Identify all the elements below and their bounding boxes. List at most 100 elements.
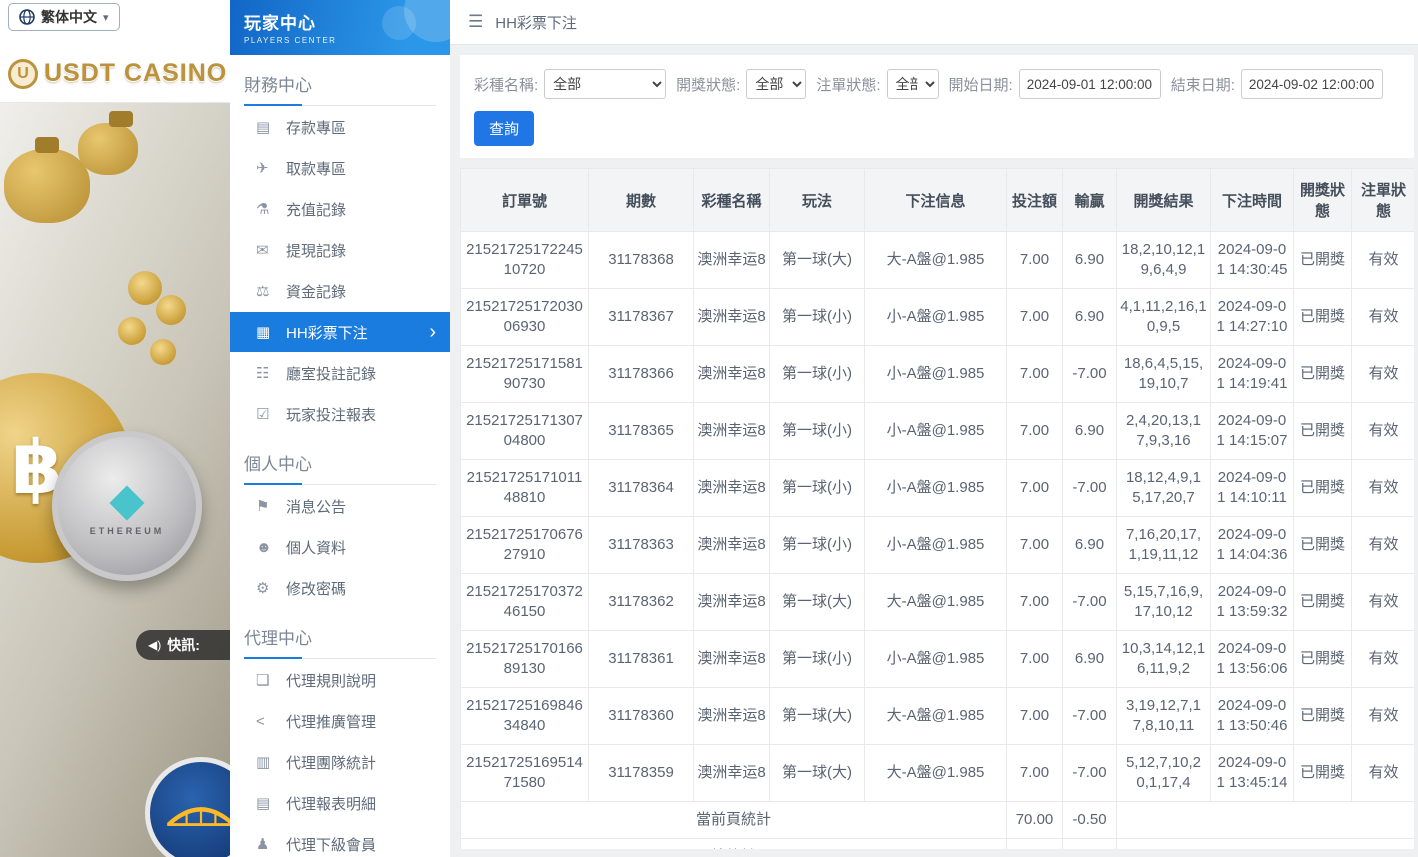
cell-period: 31178365: [588, 402, 694, 460]
column-header: 注單狀態: [1351, 168, 1414, 232]
cell-time: 2024-09-01 13:50:46: [1210, 687, 1294, 745]
cell-result: 4,1,11,2,16,10,9,5: [1116, 288, 1211, 346]
sidebar-sections: 財務中心 ▤ 存款專區 ✈ 取款專區 ⚗ 充值記錄 ✉ 提現記錄 ⚖ 資金記錄 ▦ HH彩票下注 › ☷ 廳室…: [230, 71, 450, 857]
draw-status-label: 開獎狀態:: [676, 76, 741, 94]
sidebar-item-profile[interactable]: ☻ 個人資料: [230, 527, 450, 567]
cell-period: 31178367: [588, 288, 694, 346]
sidebar-item-label: 代理下級會員: [286, 836, 377, 854]
cell-time: 2024-09-01 14:27:10: [1210, 288, 1294, 346]
sidebar-item-change-password[interactable]: ⚙ 修改密碼: [230, 568, 450, 608]
cell-result: 2,4,20,13,17,9,3,16: [1116, 402, 1211, 460]
cell-play: 第一球(小): [769, 402, 865, 460]
sidebar-item-room-bet-record[interactable]: ☷ 廳室投註記錄: [230, 353, 450, 393]
room-bet-record-icon: ☷: [256, 365, 270, 382]
cell-status: 有效: [1351, 345, 1414, 403]
stats-label: 總統計: [460, 838, 1007, 849]
order-status-select[interactable]: 全部: [886, 69, 939, 99]
sidebar-item-label: 代理規則說明: [286, 672, 377, 690]
main-content: ☰ HH彩票下注 彩種名稱: 全部 開獎狀態: 全部 注單狀態: 全部 開始日期…: [450, 0, 1418, 857]
ethereum-coin-icon: ◆ ETHEREUM: [52, 431, 202, 581]
sidebar-item-agent-team-stats[interactable]: ▥ 代理團隊統計: [230, 742, 450, 782]
cell-play: 第一球(大): [769, 744, 865, 802]
promo-photo: ฿ ◆ ETHEREUM: [0, 103, 230, 857]
stats-empty-cell: [1116, 838, 1414, 849]
start-date-filter: 開始日期:: [949, 69, 1161, 99]
table-row: 2152172517158190730 31178366 澳洲幸运8 第一球(小) 小-…: [460, 345, 1414, 403]
cell-lottery: 澳洲幸运8: [693, 459, 770, 517]
cell-lottery: 澳洲幸运8: [693, 345, 770, 403]
agent-promotion-icon: <: [256, 712, 265, 730]
cell-draw: 已開獎: [1293, 231, 1352, 289]
column-header: 彩種名稱: [693, 168, 770, 232]
cell-time: 2024-09-01 13:56:06: [1210, 630, 1294, 688]
cell-amount: 7.00: [1006, 459, 1063, 517]
section-title: 代理中心: [244, 624, 436, 659]
search-button[interactable]: 查詢: [474, 111, 535, 146]
table-row: 2152172517016689130 31178361 澳洲幸运8 第一球(小) 小-…: [460, 630, 1414, 688]
column-header: 開獎狀態: [1293, 168, 1352, 232]
draw-status-filter: 開獎狀態: 全部: [676, 69, 807, 99]
agent-rules-icon: ❏: [256, 672, 270, 689]
sidebar-item-label: 代理團隊統計: [286, 754, 377, 772]
end-date-input[interactable]: [1240, 69, 1383, 99]
bets-table: 訂單號 期數 彩種名稱 玩法 下注信息 投注額 輸贏 開獎結果 下注時間 開獎狀態 注單狀態 215…: [460, 168, 1414, 849]
start-date-input[interactable]: [1018, 69, 1161, 99]
cell-win: -7.00: [1062, 744, 1117, 802]
cell-order: 2152172517203006930: [460, 288, 589, 346]
topbar: ☰ HH彩票下注: [450, 0, 1418, 45]
sidebar-item-agent-sub-members[interactable]: ♟ 代理下級會員: [230, 824, 450, 857]
cell-lottery: 澳洲幸运8: [693, 687, 770, 745]
sidebar-item-announcements[interactable]: ⚑ 消息公告: [230, 486, 450, 526]
start-date-label: 開始日期:: [948, 76, 1013, 94]
total-stats-row: 總統計70.00-0.50: [460, 838, 1414, 849]
sidebar-item-label: 取款專區: [286, 160, 347, 178]
money-bag-icon: [78, 111, 138, 175]
sidebar-section: 代理中心 ❏ 代理規則說明 < 代理推廣管理 ▥ 代理團隊統計 ▤ 代理報表明細 ♟ 代理下級會員: [230, 624, 450, 857]
hamburger-menu-icon[interactable]: ☰: [468, 12, 483, 32]
cell-info: 大-A盤@1.985: [864, 687, 1007, 745]
sidebar-item-withdraw-zone[interactable]: ✈ 取款專區: [230, 148, 450, 188]
cell-status: 有效: [1351, 231, 1414, 289]
cell-win: -7.00: [1062, 345, 1117, 403]
sidebar-item-agent-promotion[interactable]: < 代理推廣管理: [230, 701, 450, 741]
brand-logo: U USDT CASINO: [0, 45, 230, 103]
table-row: 2152172516951471580 31178359 澳洲幸运8 第一球(大) 大-…: [460, 744, 1414, 802]
cell-play: 第一球(大): [769, 231, 865, 289]
stats-bet-amount: 70.00: [1006, 801, 1063, 839]
sidebar-item-label: 代理推廣管理: [286, 713, 377, 731]
stats-win-loss: -0.50: [1062, 838, 1117, 849]
sidebar-item-deposit-zone[interactable]: ▤ 存款專區: [230, 107, 450, 147]
table-row: 2152172516984634840 31178360 澳洲幸运8 第一球(大) 大-…: [460, 687, 1414, 745]
order-status-filter: 注單狀態: 全部: [816, 69, 939, 99]
gold-coin-icon: [128, 271, 162, 305]
language-selector[interactable]: 繁体中文 ▾: [8, 3, 120, 31]
sidebar-item-label: 提現記錄: [286, 242, 347, 260]
sidebar-item-funds-record[interactable]: ⚖ 資金記錄: [230, 271, 450, 311]
cell-period: 31178368: [588, 231, 694, 289]
sidebar-item-agent-rules[interactable]: ❏ 代理規則說明: [230, 660, 450, 700]
cell-win: -7.00: [1062, 573, 1117, 631]
cell-order: 2152172517224510720: [460, 231, 589, 289]
speaker-icon: ◀): [148, 638, 162, 652]
lottery-filter-label: 彩種名稱:: [474, 76, 539, 94]
section-title: 個人中心: [244, 450, 436, 485]
lottery-select[interactable]: 全部: [544, 69, 667, 99]
cell-draw: 已開獎: [1293, 345, 1352, 403]
sidebar-item-label: 資金記錄: [286, 283, 347, 301]
sidebar-item-withdraw-record[interactable]: ✉ 提現記錄: [230, 230, 450, 270]
cell-result: 5,15,7,16,9,17,10,12: [1116, 573, 1211, 631]
chevron-right-icon: ›: [429, 321, 436, 343]
sidebar-item-player-bet-report[interactable]: ☑ 玩家投注報表: [230, 394, 450, 434]
draw-status-select[interactable]: 全部: [746, 69, 807, 99]
sidebar-item-recharge-record[interactable]: ⚗ 充值記錄: [230, 189, 450, 229]
cell-play: 第一球(大): [769, 573, 865, 631]
table-row: 2152172517067627910 31178363 澳洲幸运8 第一球(小) 小-…: [460, 516, 1414, 574]
sidebar-item-hh-lottery-bets[interactable]: ▦ HH彩票下注 ›: [230, 312, 450, 352]
section-title: 財務中心: [244, 71, 436, 106]
sidebar-item-agent-report-detail[interactable]: ▤ 代理報表明細: [230, 783, 450, 823]
bets-table-panel: 訂單號 期數 彩種名稱 玩法 下注信息 投注額 輸贏 開獎結果 下注時間 開獎狀態 注單狀態 215…: [460, 168, 1414, 849]
cell-amount: 7.00: [1006, 231, 1063, 289]
cell-draw: 已開獎: [1293, 744, 1352, 802]
caret-down-icon: ▾: [103, 11, 109, 24]
withdraw-icon: ✈: [256, 160, 269, 177]
